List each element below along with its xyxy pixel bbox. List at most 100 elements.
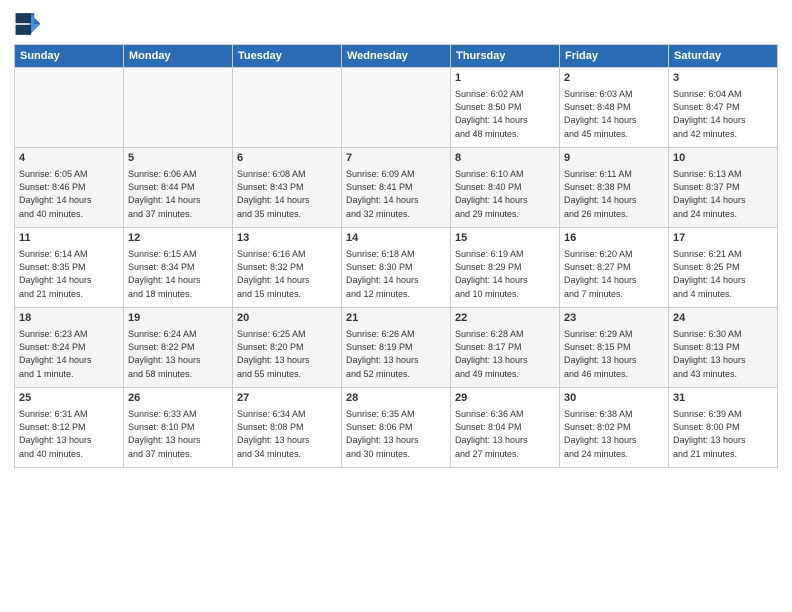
- calendar-day-cell: 12 Sunrise: 6:15 AM Sunset: 8:34 PM Dayli…: [124, 228, 233, 308]
- calendar-day-cell: 3 Sunrise: 6:04 AM Sunset: 8:47 PM Daylig…: [669, 68, 778, 148]
- calendar-day-cell: 21Sunrise: 6:26 AM Sunset: 8:19 PM Dayli…: [342, 308, 451, 388]
- day-info: Sunrise: 6:09 AM Sunset: 8:41 PM Dayligh…: [346, 168, 446, 220]
- calendar-day-cell: 15 Sunrise: 6:19 AM Sunset: 8:29 PM Dayli…: [451, 228, 560, 308]
- calendar-day-cell: 11 Sunrise: 6:14 AM Sunset: 8:35 PM Dayli…: [15, 228, 124, 308]
- calendar-day-cell: 16Sunrise: 6:20 AM Sunset: 8:27 PM Dayli…: [560, 228, 669, 308]
- calendar-day-cell: 22Sunrise: 6:28 AM Sunset: 8:17 PM Dayli…: [451, 308, 560, 388]
- weekday-header-tuesday: Tuesday: [233, 45, 342, 68]
- day-info: Sunrise: 6:13 AM Sunset: 8:37 PM Dayligh…: [673, 168, 773, 220]
- calendar-week-1: 1 Sunrise: 6:02 AM Sunset: 8:50 PM Daylig…: [15, 68, 778, 148]
- calendar-day-cell: [124, 68, 233, 148]
- day-number: 30: [564, 391, 664, 406]
- calendar-week-5: 25 Sunrise: 6:31 AM Sunset: 8:12 PM Dayli…: [15, 388, 778, 468]
- day-info: Sunrise: 6:20 AM Sunset: 8:27 PM Dayligh…: [564, 248, 664, 300]
- day-info: Sunrise: 6:05 AM Sunset: 8:46 PM Dayligh…: [19, 168, 119, 220]
- calendar-header: SundayMondayTuesdayWednesdayThursdayFrid…: [15, 45, 778, 68]
- calendar-day-cell: [342, 68, 451, 148]
- day-number: 11: [19, 231, 119, 246]
- day-number: 9: [564, 151, 664, 166]
- day-number: 23: [564, 311, 664, 326]
- day-info: Sunrise: 6:06 AM Sunset: 8:44 PM Dayligh…: [128, 168, 228, 220]
- calendar-day-cell: 10Sunrise: 6:13 AM Sunset: 8:37 PM Dayli…: [669, 148, 778, 228]
- header: [14, 10, 778, 38]
- calendar-day-cell: 20 Sunrise: 6:25 AM Sunset: 8:20 PM Dayli…: [233, 308, 342, 388]
- day-number: 3: [673, 71, 773, 86]
- day-number: 17: [673, 231, 773, 246]
- calendar-day-cell: 4 Sunrise: 6:05 AM Sunset: 8:46 PM Daylig…: [15, 148, 124, 228]
- day-number: 13: [237, 231, 337, 246]
- day-number: 29: [455, 391, 555, 406]
- day-number: 8: [455, 151, 555, 166]
- calendar-day-cell: 8 Sunrise: 6:10 AM Sunset: 8:40 PM Daylig…: [451, 148, 560, 228]
- calendar-day-cell: 5 Sunrise: 6:06 AM Sunset: 8:44 PM Daylig…: [124, 148, 233, 228]
- day-number: 1: [455, 71, 555, 86]
- calendar-day-cell: 18Sunrise: 6:23 AM Sunset: 8:24 PM Dayli…: [15, 308, 124, 388]
- calendar-day-cell: 28Sunrise: 6:35 AM Sunset: 8:06 PM Dayli…: [342, 388, 451, 468]
- calendar-day-cell: 19 Sunrise: 6:24 AM Sunset: 8:22 PM Dayli…: [124, 308, 233, 388]
- weekday-header-friday: Friday: [560, 45, 669, 68]
- day-info: Sunrise: 6:33 AM Sunset: 8:10 PM Dayligh…: [128, 408, 228, 460]
- calendar-day-cell: 6 Sunrise: 6:08 AM Sunset: 8:43 PM Daylig…: [233, 148, 342, 228]
- calendar-day-cell: 26 Sunrise: 6:33 AM Sunset: 8:10 PM Dayli…: [124, 388, 233, 468]
- calendar-week-3: 11 Sunrise: 6:14 AM Sunset: 8:35 PM Dayli…: [15, 228, 778, 308]
- weekday-header-monday: Monday: [124, 45, 233, 68]
- weekday-header-saturday: Saturday: [669, 45, 778, 68]
- day-info: Sunrise: 6:23 AM Sunset: 8:24 PM Dayligh…: [19, 328, 119, 380]
- day-number: 6: [237, 151, 337, 166]
- day-number: 25: [19, 391, 119, 406]
- calendar-day-cell: [15, 68, 124, 148]
- logo: [14, 10, 46, 38]
- day-number: 7: [346, 151, 446, 166]
- day-number: 21: [346, 311, 446, 326]
- calendar-day-cell: 1 Sunrise: 6:02 AM Sunset: 8:50 PM Daylig…: [451, 68, 560, 148]
- calendar-week-4: 18Sunrise: 6:23 AM Sunset: 8:24 PM Dayli…: [15, 308, 778, 388]
- day-info: Sunrise: 6:34 AM Sunset: 8:08 PM Dayligh…: [237, 408, 337, 460]
- calendar-day-cell: 25 Sunrise: 6:31 AM Sunset: 8:12 PM Dayli…: [15, 388, 124, 468]
- calendar-day-cell: 23Sunrise: 6:29 AM Sunset: 8:15 PM Dayli…: [560, 308, 669, 388]
- day-number: 14: [346, 231, 446, 246]
- day-number: 19: [128, 311, 228, 326]
- day-info: Sunrise: 6:25 AM Sunset: 8:20 PM Dayligh…: [237, 328, 337, 380]
- day-number: 15: [455, 231, 555, 246]
- day-info: Sunrise: 6:24 AM Sunset: 8:22 PM Dayligh…: [128, 328, 228, 380]
- day-number: 2: [564, 71, 664, 86]
- day-number: 4: [19, 151, 119, 166]
- day-info: Sunrise: 6:04 AM Sunset: 8:47 PM Dayligh…: [673, 88, 773, 140]
- day-number: 24: [673, 311, 773, 326]
- day-number: 27: [237, 391, 337, 406]
- day-info: Sunrise: 6:38 AM Sunset: 8:02 PM Dayligh…: [564, 408, 664, 460]
- day-info: Sunrise: 6:30 AM Sunset: 8:13 PM Dayligh…: [673, 328, 773, 380]
- day-info: Sunrise: 6:03 AM Sunset: 8:48 PM Dayligh…: [564, 88, 664, 140]
- logo-icon: [14, 10, 42, 38]
- day-info: Sunrise: 6:08 AM Sunset: 8:43 PM Dayligh…: [237, 168, 337, 220]
- calendar-week-2: 4 Sunrise: 6:05 AM Sunset: 8:46 PM Daylig…: [15, 148, 778, 228]
- day-info: Sunrise: 6:15 AM Sunset: 8:34 PM Dayligh…: [128, 248, 228, 300]
- calendar-day-cell: 30 Sunrise: 6:38 AM Sunset: 8:02 PM Dayli…: [560, 388, 669, 468]
- day-number: 22: [455, 311, 555, 326]
- day-info: Sunrise: 6:36 AM Sunset: 8:04 PM Dayligh…: [455, 408, 555, 460]
- weekday-header-thursday: Thursday: [451, 45, 560, 68]
- day-info: Sunrise: 6:02 AM Sunset: 8:50 PM Dayligh…: [455, 88, 555, 140]
- weekday-header-sunday: Sunday: [15, 45, 124, 68]
- calendar-day-cell: 2 Sunrise: 6:03 AM Sunset: 8:48 PM Daylig…: [560, 68, 669, 148]
- day-info: Sunrise: 6:31 AM Sunset: 8:12 PM Dayligh…: [19, 408, 119, 460]
- calendar-day-cell: 31 Sunrise: 6:39 AM Sunset: 8:00 PM Dayli…: [669, 388, 778, 468]
- day-info: Sunrise: 6:19 AM Sunset: 8:29 PM Dayligh…: [455, 248, 555, 300]
- day-info: Sunrise: 6:21 AM Sunset: 8:25 PM Dayligh…: [673, 248, 773, 300]
- day-number: 26: [128, 391, 228, 406]
- day-number: 20: [237, 311, 337, 326]
- calendar-day-cell: 13 Sunrise: 6:16 AM Sunset: 8:32 PM Dayli…: [233, 228, 342, 308]
- calendar-day-cell: 7 Sunrise: 6:09 AM Sunset: 8:41 PM Daylig…: [342, 148, 451, 228]
- day-info: Sunrise: 6:39 AM Sunset: 8:00 PM Dayligh…: [673, 408, 773, 460]
- day-info: Sunrise: 6:11 AM Sunset: 8:38 PM Dayligh…: [564, 168, 664, 220]
- day-number: 12: [128, 231, 228, 246]
- day-info: Sunrise: 6:16 AM Sunset: 8:32 PM Dayligh…: [237, 248, 337, 300]
- day-info: Sunrise: 6:10 AM Sunset: 8:40 PM Dayligh…: [455, 168, 555, 220]
- calendar-day-cell: 29 Sunrise: 6:36 AM Sunset: 8:04 PM Dayli…: [451, 388, 560, 468]
- calendar-day-cell: 9 Sunrise: 6:11 AM Sunset: 8:38 PM Daylig…: [560, 148, 669, 228]
- page: SundayMondayTuesdayWednesdayThursdayFrid…: [0, 0, 792, 612]
- day-number: 31: [673, 391, 773, 406]
- day-info: Sunrise: 6:14 AM Sunset: 8:35 PM Dayligh…: [19, 248, 119, 300]
- day-number: 5: [128, 151, 228, 166]
- day-info: Sunrise: 6:35 AM Sunset: 8:06 PM Dayligh…: [346, 408, 446, 460]
